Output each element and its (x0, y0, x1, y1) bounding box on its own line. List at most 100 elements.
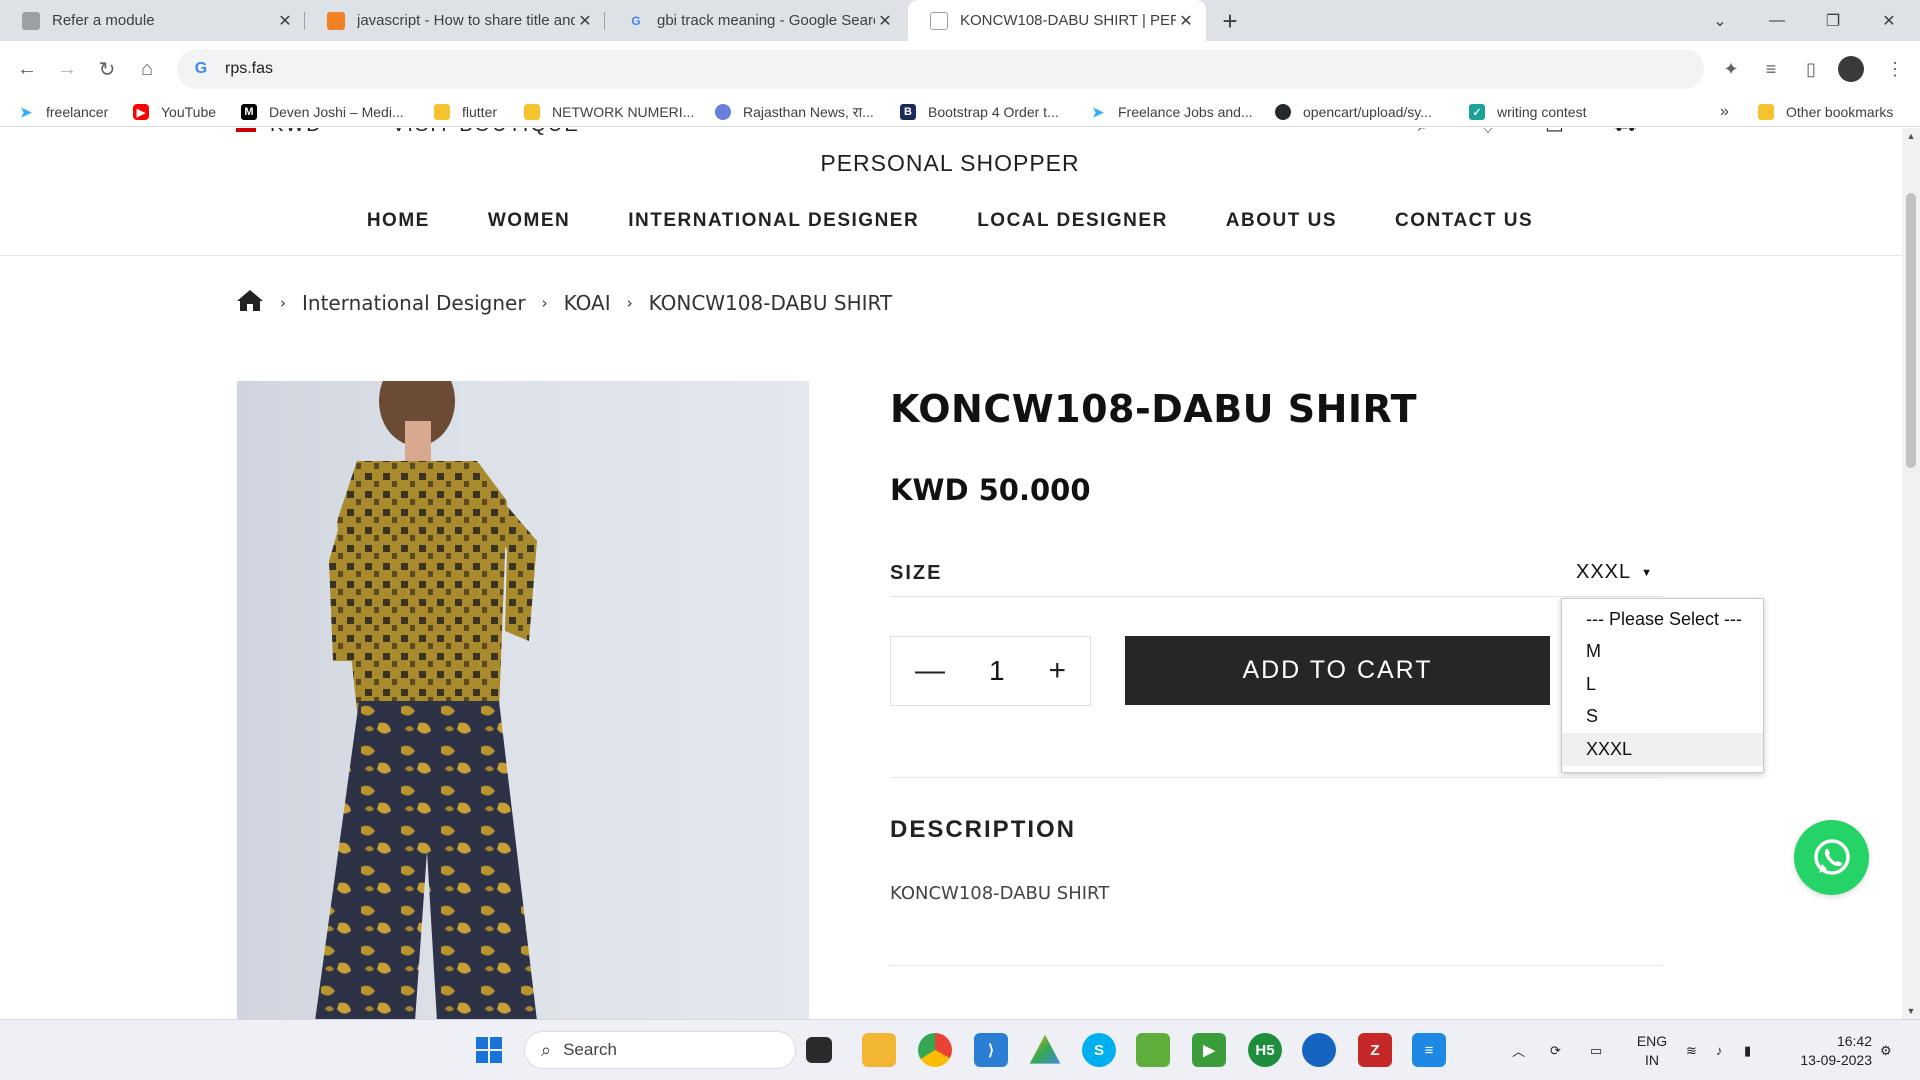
system-clock[interactable]: 16:42 13-09-2023 (1788, 1032, 1872, 1070)
bookmark-other[interactable]: Other bookmarks (1758, 101, 1893, 123)
file-explorer-icon[interactable] (862, 1033, 896, 1067)
chrome-icon[interactable] (918, 1033, 952, 1067)
nav-international-designer[interactable]: INTERNATIONAL DESIGNER (628, 210, 919, 232)
search-icon[interactable]: ⌕ (1418, 128, 1431, 137)
nav-home[interactable]: HOME (367, 210, 430, 232)
vscode-icon[interactable]: ⟩ (974, 1033, 1008, 1067)
bookmark-freelance-jobs[interactable]: ➤ Freelance Jobs and... (1090, 101, 1253, 123)
terminal-app-icon[interactable]: ▶ (1192, 1033, 1226, 1067)
scrollbar-thumb[interactable] (1906, 193, 1916, 468)
page-scrollbar[interactable]: ▲ ▼ (1902, 128, 1920, 1019)
task-view-icon[interactable] (806, 1037, 832, 1063)
whatsapp-chat-button[interactable] (1794, 820, 1869, 895)
battery-icon[interactable]: ▮ (1744, 1020, 1751, 1080)
media-control-icon[interactable]: ≡ (1753, 51, 1789, 87)
filezilla-icon[interactable]: Z (1358, 1033, 1392, 1067)
tray-display-icon[interactable]: ▭ (1590, 1020, 1602, 1080)
account-icon[interactable]: ▭ (1545, 128, 1566, 139)
tab-search-icon[interactable]: ⌄ (1692, 0, 1748, 41)
bookmark-freelancer[interactable]: ➤ freelancer (18, 101, 108, 123)
notifications-icon[interactable]: ⚙ (1880, 1020, 1892, 1080)
nav-contact-us[interactable]: CONTACT US (1395, 210, 1533, 232)
breadcrumb-koai[interactable]: KOAI (564, 291, 611, 315)
size-option[interactable]: M (1562, 636, 1763, 669)
brand-subtitle: PERSONAL SHOPPER (820, 150, 1080, 176)
google-drive-icon[interactable] (1029, 1034, 1061, 1064)
address-bar[interactable]: G rps.fas (177, 49, 1704, 89)
extensions-icon[interactable]: ✦ (1713, 51, 1749, 87)
scroll-up-icon[interactable]: ▲ (1902, 128, 1920, 144)
size-select[interactable]: XXXL ▼ (1576, 561, 1653, 584)
forward-arrow-icon[interactable]: → (49, 51, 85, 87)
start-windows-icon[interactable] (472, 1033, 506, 1067)
plus-button[interactable]: + (1048, 654, 1066, 688)
size-option[interactable]: L (1562, 668, 1763, 701)
close-window-icon[interactable]: ✕ (1861, 0, 1917, 41)
bookmark-opencart[interactable]: opencart/upload/sy... (1275, 101, 1432, 123)
close-tab-icon[interactable]: ✕ (875, 11, 895, 31)
breadcrumb-international-designer[interactable]: International Designer (302, 291, 526, 315)
bookmark-network[interactable]: NETWORK NUMERI... (524, 101, 694, 123)
add-to-cart-button[interactable]: ADD TO CART (1125, 636, 1550, 705)
freelancer-icon: ➤ (1092, 103, 1104, 120)
bookmark-label: flutter (462, 104, 498, 120)
currency-selector[interactable]: KWD (236, 128, 323, 137)
close-tab-icon[interactable]: ✕ (275, 11, 295, 31)
home-icon[interactable] (236, 288, 264, 317)
back-arrow-icon[interactable]: ← (9, 51, 45, 87)
new-tab-button[interactable]: + (1215, 6, 1245, 36)
menu-kebab-icon[interactable]: ⋮ (1877, 51, 1913, 87)
bookmark-bootstrap[interactable]: B Bootstrap 4 Order t... (900, 101, 1059, 123)
notepad-icon[interactable]: ≡ (1412, 1033, 1446, 1067)
sync-app-icon[interactable] (1302, 1033, 1336, 1067)
minimize-icon[interactable]: — (1749, 0, 1805, 41)
tab-javascript[interactable]: javascript - How to share title and ✕ (305, 0, 605, 41)
bookmarks-overflow-button[interactable]: » (1720, 101, 1729, 123)
language-indicator[interactable]: ENG IN (1636, 1032, 1668, 1070)
hs-app-icon[interactable]: H5 (1248, 1033, 1282, 1067)
bookmark-youtube[interactable]: ▶ YouTube (133, 101, 216, 123)
size-option[interactable]: --- Please Select --- (1562, 603, 1763, 636)
scroll-down-icon[interactable]: ▼ (1902, 1003, 1920, 1019)
bookmark-label: Deven Joshi – Medi... (269, 104, 404, 120)
volume-icon[interactable]: ♪ (1716, 1020, 1723, 1080)
cart-icon[interactable]: ⛟ (1612, 128, 1639, 139)
bookmark-medium[interactable]: M Deven Joshi – Medi... (241, 101, 404, 123)
wifi-icon[interactable]: ≋ (1686, 1020, 1697, 1080)
size-label: SIZE (890, 562, 943, 584)
bookmark-label: freelancer (46, 104, 109, 120)
reload-icon[interactable]: ↻ (89, 51, 125, 87)
skype-icon[interactable]: S (1082, 1033, 1116, 1067)
nav-about-us[interactable]: ABOUT US (1226, 210, 1337, 232)
nav-women[interactable]: WOMEN (488, 210, 570, 232)
bookmark-label: NETWORK NUMERI... (552, 104, 695, 120)
close-tab-icon[interactable]: ✕ (1176, 11, 1196, 31)
bookmark-rajasthan[interactable]: Rajasthan News, रा... (715, 101, 874, 123)
restore-icon[interactable]: ❐ (1805, 0, 1861, 41)
tray-sync-icon[interactable]: ⟳ (1550, 1020, 1561, 1080)
tab-active-product[interactable]: KONCW108-DABU SHIRT | PERSONAL SHOPPER ✕ (908, 0, 1206, 41)
nav-local-designer[interactable]: LOCAL DESIGNER (977, 210, 1168, 232)
size-option-selected[interactable]: XXXL (1562, 733, 1763, 766)
minus-button[interactable]: — (915, 654, 945, 688)
side-panel-icon[interactable]: ▯ (1793, 51, 1829, 87)
breadcrumb-separator: › (280, 293, 286, 312)
bookmark-writing-contest[interactable]: ✓ writing contest (1469, 101, 1586, 123)
visit-boutique-link[interactable]: VISIT BOUTIQUE (392, 128, 580, 137)
divider (890, 965, 1663, 966)
tab-refer-module[interactable]: Refer a module ✕ (0, 0, 305, 41)
bookmark-label: YouTube (161, 104, 217, 120)
tray-chevron-up-icon[interactable]: ︿ (1512, 1020, 1525, 1080)
app-icon[interactable] (1136, 1033, 1170, 1067)
size-option[interactable]: S (1562, 701, 1763, 734)
profile-avatar[interactable] (1833, 51, 1869, 87)
close-tab-icon[interactable]: ✕ (575, 11, 595, 31)
bookmark-flutter[interactable]: flutter (434, 101, 497, 123)
home-icon[interactable]: ⌂ (129, 51, 165, 87)
tab-google-search[interactable]: G gbi track meaning - Google Search ✕ (605, 0, 905, 41)
breadcrumb-current[interactable]: KONCW108-DABU SHIRT (649, 291, 893, 315)
wishlist-icon[interactable]: ♡ (1479, 128, 1499, 139)
taskbar-search[interactable]: ⌕ Search (524, 1031, 796, 1069)
product-image[interactable] (237, 381, 809, 1019)
quantity-input[interactable]: 1 (989, 655, 1005, 687)
